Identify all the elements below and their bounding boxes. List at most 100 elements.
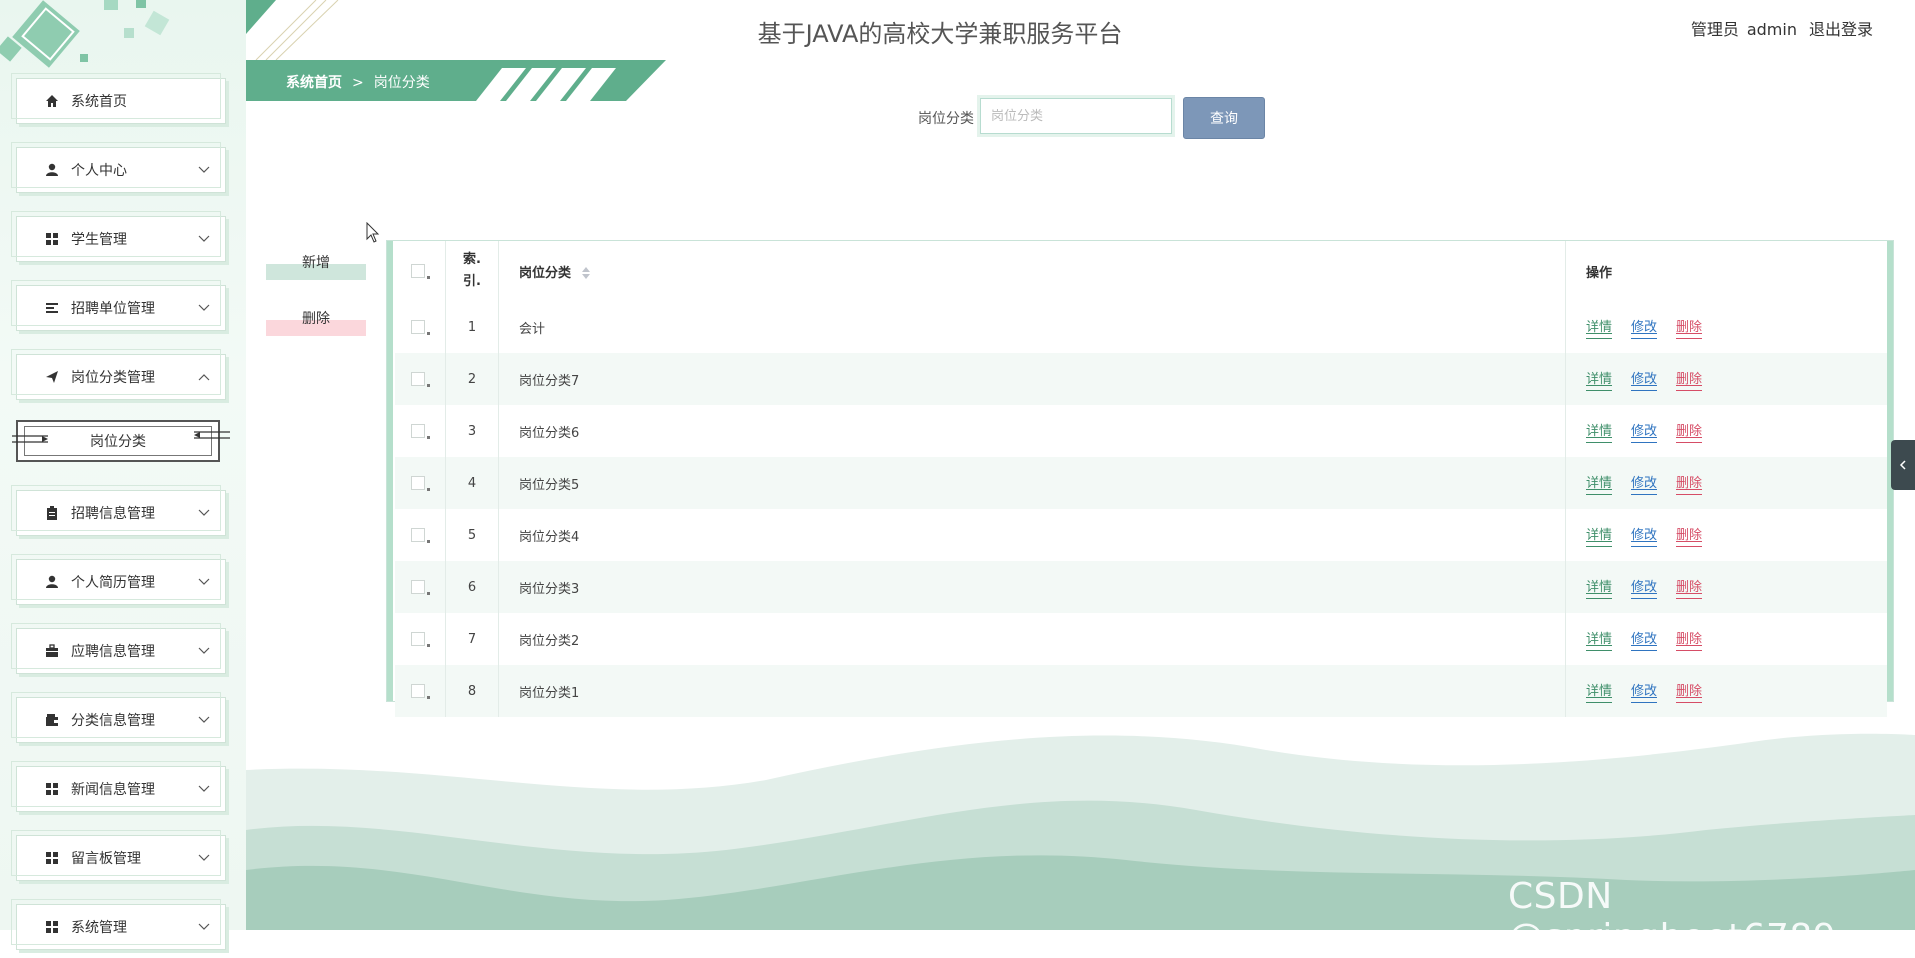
table-row: 5 岗位分类4 详情 修改 删除 (395, 509, 1887, 561)
row-select-cell (395, 509, 446, 561)
username: admin (1746, 20, 1797, 39)
add-button[interactable]: 新增 (266, 248, 366, 280)
row-operations: 详情 修改 删除 (1566, 457, 1888, 509)
sidebar-item-11[interactable]: 留言板管理 (11, 830, 226, 881)
sidebar-subitem-job-category[interactable]: 岗位分类 (12, 420, 230, 462)
edit-link[interactable]: 修改 (1631, 576, 1658, 599)
row-checkbox[interactable] (410, 476, 425, 490)
collapse-panel-button[interactable] (1891, 440, 1915, 490)
delete-link[interactable]: 删除 (1676, 576, 1703, 599)
sidebar-item-label: 应聘信息管理 (71, 644, 155, 660)
clipboard-icon (43, 504, 61, 522)
chevron-left-icon (1899, 460, 1906, 470)
edit-link[interactable]: 修改 (1631, 680, 1658, 703)
chevron-down-icon (197, 920, 211, 934)
sidebar-item-6[interactable]: 招聘信息管理 (11, 485, 226, 536)
paper-plane-icon (43, 368, 61, 386)
edit-link[interactable]: 修改 (1631, 524, 1658, 547)
table-row: 2 岗位分类7 详情 修改 删除 (395, 353, 1887, 405)
edit-link[interactable]: 修改 (1631, 628, 1658, 651)
name-header-label: 岗位分类 (519, 265, 572, 281)
sidebar-item-10[interactable]: 新闻信息管理 (11, 761, 226, 812)
sidebar-item-12[interactable]: 系统管理 (11, 899, 226, 950)
row-index: 4 (445, 457, 499, 509)
detail-link[interactable]: 详情 (1586, 316, 1613, 339)
chevron-down-icon (197, 301, 211, 315)
row-category-name: 岗位分类5 (498, 457, 1566, 509)
sidebar-item-2[interactable]: 个人中心 (11, 142, 226, 193)
row-checkbox[interactable] (410, 528, 425, 542)
name-column-header[interactable]: 岗位分类 (498, 241, 1566, 301)
chevron-down-icon (197, 713, 211, 727)
delete-button-label: 删除 (302, 311, 330, 327)
row-checkbox[interactable] (410, 320, 425, 334)
chevron-up-icon (197, 370, 211, 384)
row-select-cell (395, 665, 446, 717)
breadcrumb: 系统首页 > 岗位分类 (286, 72, 430, 92)
detail-link[interactable]: 详情 (1586, 628, 1613, 651)
sidebar-item-label: 留言板管理 (71, 851, 141, 867)
detail-link[interactable]: 详情 (1586, 368, 1613, 391)
user-icon (43, 161, 61, 179)
index-column-header: 索. 引. (445, 241, 499, 301)
search-button[interactable]: 查询 (1183, 97, 1265, 139)
page-title: 基于JAVA的高校大学兼职服务平台 (757, 20, 1123, 48)
detail-link[interactable]: 详情 (1586, 420, 1613, 443)
sidebar-decoration (0, 0, 170, 68)
detail-link[interactable]: 详情 (1586, 524, 1613, 547)
delete-link[interactable]: 删除 (1676, 368, 1703, 391)
edit-link[interactable]: 修改 (1631, 316, 1658, 339)
delete-link[interactable]: 删除 (1676, 628, 1703, 651)
delete-link[interactable]: 删除 (1676, 680, 1703, 703)
row-index: 1 (445, 301, 499, 353)
index-header-line1: 索. (463, 252, 481, 267)
row-checkbox[interactable] (410, 684, 425, 698)
operations-column-header: 操作 (1586, 265, 1613, 281)
row-checkbox[interactable] (410, 372, 425, 386)
chevron-down-icon (197, 506, 211, 520)
table-row: 6 岗位分类3 详情 修改 删除 (395, 561, 1887, 613)
sidebar-item-label: 个人简历管理 (71, 575, 155, 591)
logout-link[interactable]: 退出登录 (1809, 20, 1873, 39)
row-select-cell (395, 353, 446, 405)
sidebar-item-7[interactable]: 个人简历管理 (11, 554, 226, 605)
row-operations: 详情 修改 删除 (1566, 405, 1888, 457)
row-category-name: 岗位分类1 (498, 665, 1566, 717)
table-header-row: 索. 引. 岗位分类 操作 (395, 241, 1887, 301)
delete-link[interactable]: 删除 (1676, 472, 1703, 495)
edit-link[interactable]: 修改 (1631, 420, 1658, 443)
edit-link[interactable]: 修改 (1631, 472, 1658, 495)
sidebar-item-3[interactable]: 学生管理 (11, 211, 226, 262)
sidebar-item-label: 系统管理 (71, 920, 127, 936)
edit-link[interactable]: 修改 (1631, 368, 1658, 391)
row-category-name: 岗位分类7 (498, 353, 1566, 405)
delete-link[interactable]: 删除 (1676, 524, 1703, 547)
row-category-name: 岗位分类4 (498, 509, 1566, 561)
delete-link[interactable]: 删除 (1676, 420, 1703, 443)
row-checkbox[interactable] (410, 632, 425, 646)
delete-link[interactable]: 删除 (1676, 316, 1703, 339)
detail-link[interactable]: 详情 (1586, 472, 1613, 495)
header-decoration (246, 0, 339, 60)
sidebar-item-5[interactable]: 岗位分类管理 (11, 349, 226, 400)
delete-button[interactable]: 删除 (266, 304, 366, 336)
detail-link[interactable]: 详情 (1586, 576, 1613, 599)
chevron-down-icon (197, 782, 211, 796)
sidebar-item-8[interactable]: 应聘信息管理 (11, 623, 226, 674)
select-all-cell (395, 241, 446, 301)
row-checkbox[interactable] (410, 424, 425, 438)
row-index: 3 (445, 405, 499, 457)
sidebar-item-1[interactable]: 系统首页 (11, 73, 226, 124)
row-checkbox[interactable] (410, 580, 425, 594)
sidebar-item-9[interactable]: 分类信息管理 (11, 692, 226, 743)
sidebar-item-4[interactable]: 招聘单位管理 (11, 280, 226, 331)
table-body: 1 会计 详情 修改 删除 2 岗位分类7 详情 修改 删除 3 岗位分类6 详情 修改 删除 4 岗位分类5 详… (395, 301, 1887, 717)
detail-link[interactable]: 详情 (1586, 680, 1613, 703)
row-category-name: 岗位分类2 (498, 613, 1566, 665)
sort-icon[interactable] (581, 267, 590, 279)
search-input[interactable] (980, 98, 1172, 134)
breadcrumb-home[interactable]: 系统首页 (286, 75, 342, 91)
row-operations: 详情 修改 删除 (1566, 561, 1888, 613)
data-table-container: 索. 引. 岗位分类 操作 1 会计 详情 修改 删除 2 岗位分类7 详情 修改 删除 3 岗位分类6… (386, 240, 1894, 717)
select-all-checkbox[interactable] (410, 264, 425, 278)
